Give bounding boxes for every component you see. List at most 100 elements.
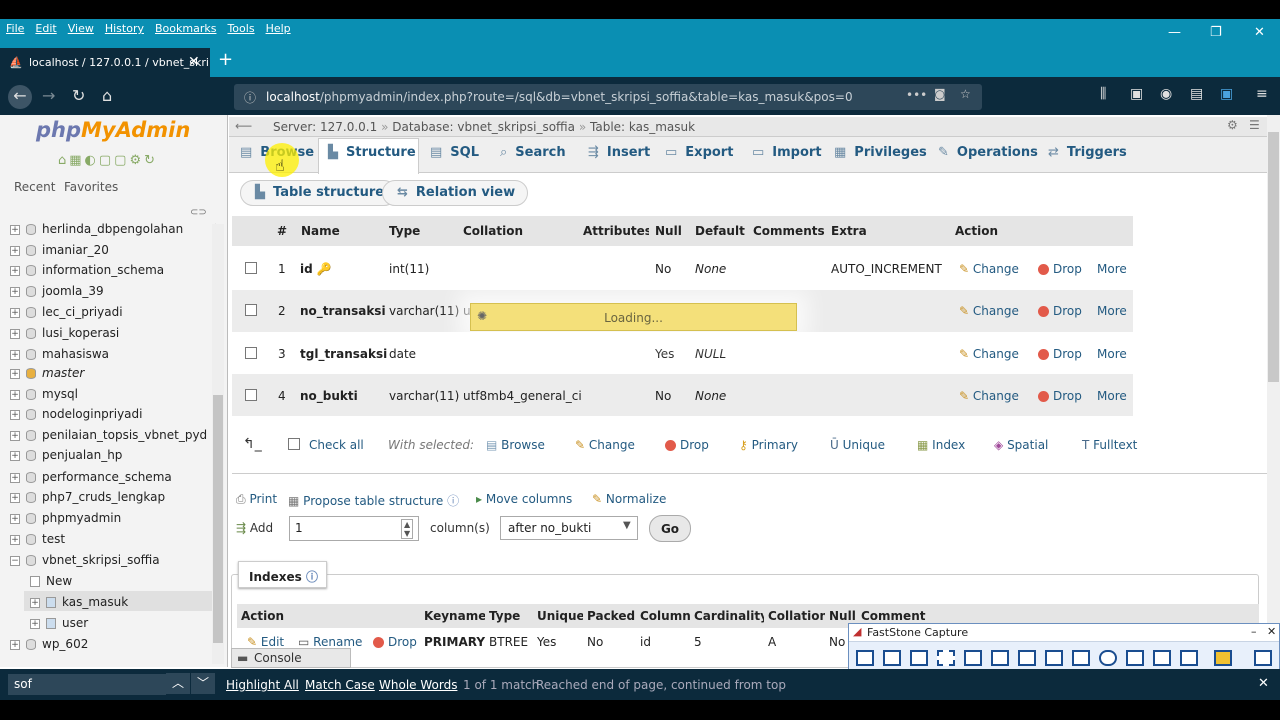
bulk-spatial[interactable]: ◈ Spatial (994, 438, 1048, 452)
console-toggle[interactable]: ▬ Console (231, 648, 351, 668)
capture-active-window-icon[interactable] (856, 650, 874, 666)
palette-icon[interactable] (1214, 650, 1232, 666)
db-tree-item-active[interactable]: − vbnet_skripsi_soffia (10, 553, 160, 567)
db-tree-item[interactable]: + lec_ci_priyadi (10, 305, 123, 319)
field-name[interactable]: no_bukti (300, 389, 358, 403)
bulk-index[interactable]: ▦ Index (917, 438, 965, 452)
idx-rename-link[interactable]: ▭ Rename (298, 635, 362, 649)
db-tree-item[interactable]: + penilaian_topsis_vbnet_pyd (10, 428, 207, 442)
menu-help[interactable]: Help (266, 19, 291, 39)
breadcrumb-server[interactable]: Server: 127.0.0.1 (273, 120, 377, 134)
print-link[interactable]: ⎙ Print (236, 492, 277, 507)
faststone-minimize-icon[interactable]: – (1251, 625, 1257, 638)
new-tab-icon[interactable]: + (218, 49, 233, 70)
db-tree-item[interactable]: + test (10, 532, 65, 546)
change-link[interactable]: ✎ Change (959, 389, 1019, 403)
match-case-toggle[interactable]: Match Case (305, 678, 375, 692)
db-tree-item[interactable]: + lusi_koperasi (10, 326, 119, 340)
restore-icon[interactable]: ❐ (1210, 25, 1222, 40)
recent-button[interactable]: Recent (14, 180, 55, 194)
more-link[interactable]: More (1097, 304, 1127, 318)
faststone-menu-icon[interactable] (1254, 650, 1272, 666)
browser-tab[interactable]: ⛵ localhost / 127.0.0.1 / vbnet_skripsi_… (0, 48, 210, 77)
tab-insert[interactable]: ⇶ Insert (588, 145, 650, 160)
find-previous-icon[interactable]: ︿ (166, 673, 190, 694)
ruler-icon[interactable] (1180, 650, 1198, 666)
db-tree-item[interactable]: + nodeloginpriyadi (10, 407, 142, 421)
close-tab-icon[interactable]: ✕ (188, 54, 200, 70)
menu-history[interactable]: History (105, 19, 144, 39)
reload-icon[interactable]: ↻ (72, 86, 85, 105)
menu-tools[interactable]: Tools (227, 19, 254, 39)
back-icon[interactable]: ← (8, 85, 32, 109)
col-header-extra[interactable]: Extra (825, 216, 949, 246)
library-icon[interactable]: ⫼ (1100, 86, 1106, 102)
bulk-drop[interactable]: Drop (665, 438, 709, 452)
drop-link[interactable]: Drop (1038, 389, 1082, 403)
db-tree-item[interactable]: + performance_schema (10, 470, 172, 484)
breadcrumb-table[interactable]: Table: kas_masuk (590, 120, 695, 134)
page-icon[interactable]: ▤ (1190, 86, 1203, 102)
drop-link[interactable]: Drop (1038, 262, 1082, 276)
main-scroll-thumb[interactable] (1268, 132, 1279, 382)
idx-drop-link[interactable]: Drop (373, 635, 417, 649)
favorites-button[interactable]: Favorites (64, 180, 118, 194)
hamburger-menu-icon[interactable]: ≡ (1256, 86, 1268, 102)
col-header-number[interactable]: # (271, 216, 295, 246)
account-icon[interactable]: ◉ (1160, 86, 1172, 102)
faststone-close-icon[interactable]: ✕ (1267, 625, 1276, 638)
bulk-fulltext[interactable]: T Fulltext (1082, 438, 1137, 452)
magnifier-icon[interactable] (1099, 650, 1117, 666)
db-tree-item[interactable]: + php7_cruds_lengkap (10, 490, 165, 504)
highlight-all-toggle[interactable]: Highlight All (226, 678, 299, 692)
change-link[interactable]: ✎ Change (959, 347, 1019, 361)
tab-import[interactable]: ▭ Import (752, 145, 822, 160)
db-tree-item[interactable]: + imaniar_20 (10, 243, 109, 257)
check-all-label[interactable]: Check all (309, 438, 364, 452)
db-tree-item[interactable]: + mahasiswa (10, 347, 109, 361)
col-header-null[interactable]: Null (649, 216, 689, 246)
row-checkbox[interactable] (245, 304, 257, 316)
change-link[interactable]: ✎ Change (959, 262, 1019, 276)
tab-sql[interactable]: ▤ SQL (430, 145, 479, 160)
drop-link[interactable]: Drop (1038, 347, 1082, 361)
db-tree-item[interactable]: + wp_602 (10, 637, 88, 651)
row-checkbox[interactable] (245, 389, 257, 401)
bulk-browse[interactable]: ▤ Browse (486, 438, 545, 452)
tab-privileges[interactable]: ▦ Privileges (834, 145, 927, 160)
move-columns-link[interactable]: ▸ Move columns (476, 492, 572, 506)
db-tree-item[interactable]: + phpmyadmin (10, 511, 121, 525)
bookmark-star-icon[interactable]: ☆ (960, 87, 971, 101)
col-header-attributes[interactable]: Attributes (577, 216, 652, 246)
crosshair-icon[interactable] (1153, 650, 1171, 666)
stepper-icon[interactable]: ▲ ▼ (401, 519, 414, 539)
tree-table-kas-masuk[interactable]: + kas_masuk (30, 595, 128, 609)
tree-table-user[interactable]: + user (30, 616, 88, 630)
page-actions-icon[interactable]: ••• (906, 88, 927, 102)
idx-edit-link[interactable]: ✎ Edit (247, 635, 284, 649)
capture-fullscreen-icon[interactable] (991, 650, 1009, 666)
tab-export[interactable]: ▭ Export (665, 145, 733, 160)
bulk-change[interactable]: ✎ Change (575, 438, 635, 452)
drop-link[interactable]: Drop (1038, 304, 1082, 318)
tab-triggers[interactable]: ⇄ Triggers (1048, 145, 1127, 160)
normalize-link[interactable]: ✎ Normalize (592, 492, 666, 506)
home-icon[interactable]: ⌂ (102, 86, 112, 105)
whole-words-toggle[interactable]: Whole Words (379, 678, 457, 692)
field-name[interactable]: no_transaksi (300, 304, 386, 318)
chevron-down-icon[interactable]: ▼ (623, 520, 631, 531)
field-name[interactable]: tgl_transaksi (300, 347, 387, 361)
db-tree-item[interactable]: + joomla_39 (10, 284, 104, 298)
subtab-table-structure[interactable]: ▙ Table structure (240, 180, 398, 206)
sidebar-icon[interactable]: ▣ (1130, 86, 1143, 102)
col-header-comments[interactable]: Comments (747, 216, 825, 246)
close-find-icon[interactable]: ✕ (1258, 676, 1269, 691)
forward-icon[interactable]: → (42, 86, 55, 105)
bulk-unique[interactable]: Ū Unique (830, 438, 885, 452)
more-link[interactable]: More (1097, 347, 1127, 361)
col-header-default[interactable]: Default (689, 216, 747, 246)
db-tree-item[interactable]: + penjualan_hp (10, 448, 122, 462)
sidebar-scroll-thumb[interactable] (213, 395, 223, 643)
sidebar-quick-icons[interactable]: ⌂▦◐▢▢⚙↻ (58, 153, 158, 168)
menu-bookmarks[interactable]: Bookmarks (155, 19, 216, 39)
